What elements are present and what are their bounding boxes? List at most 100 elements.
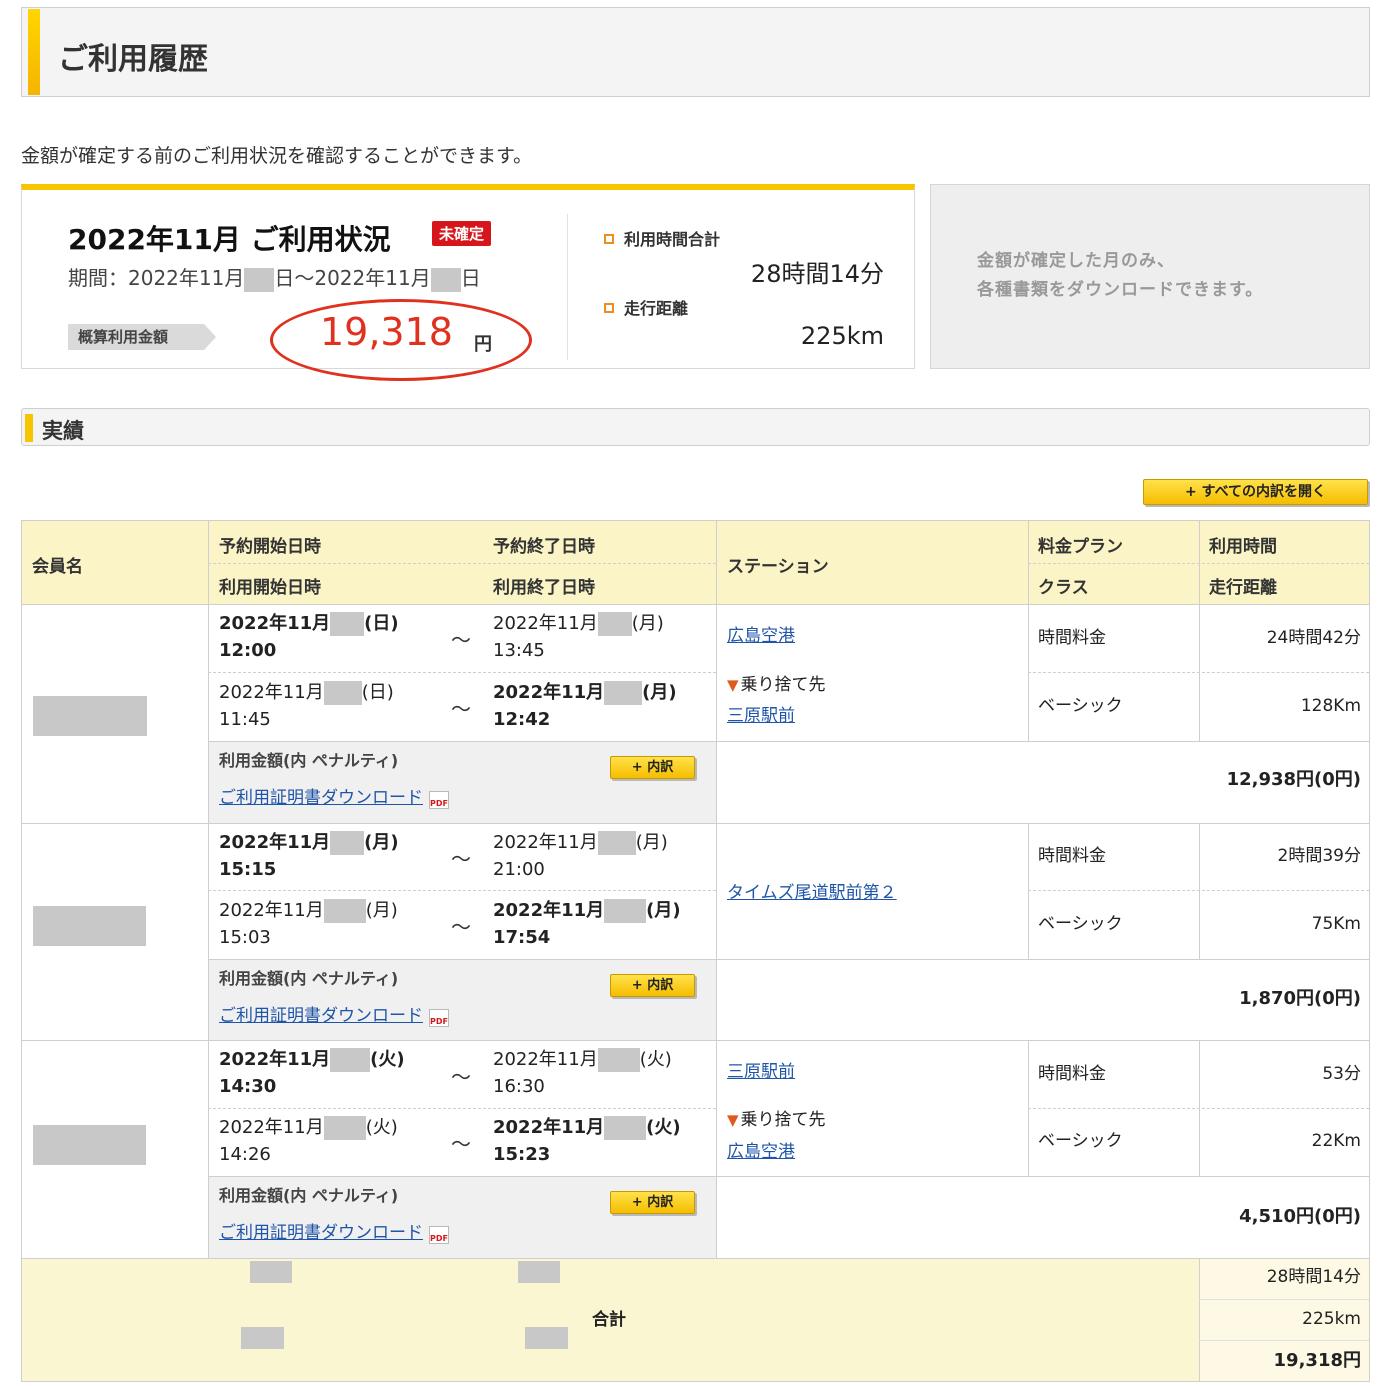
detail-button[interactable]: + 内訳 <box>610 974 695 997</box>
masked-day <box>323 899 366 923</box>
header-bottom-line <box>22 604 1369 605</box>
range-tilde: ～ <box>451 1132 471 1156</box>
range-tilde: ～ <box>451 628 471 652</box>
masked-day <box>244 267 275 292</box>
row-amount: 12,938円(0円) <box>1226 769 1361 790</box>
triangle-down-icon: ▼ <box>727 1111 739 1129</box>
range-tilde: ～ <box>451 1065 471 1089</box>
plan-value: 時間料金 <box>1038 628 1106 648</box>
weekday-text: (月) <box>635 832 668 853</box>
row-dashed-line <box>208 672 716 673</box>
dropoff-label-text: 乗り捨て先 <box>740 1110 826 1130</box>
total-amount: 19,318円 <box>1273 1350 1361 1371</box>
amount-unit: 円 <box>474 334 492 355</box>
dropoff-label-text: 乗り捨て先 <box>740 675 826 695</box>
weekday-text: (月) <box>364 832 399 853</box>
header-use-time: 利用時間 <box>1209 537 1277 557</box>
weekday-text: (日) <box>364 613 399 634</box>
reserve-end-datetime: 2022年11月 (月) 21:00 <box>493 829 668 883</box>
use-start-datetime: 2022年11月 (火) 14:26 <box>219 1114 398 1168</box>
masked-day <box>604 1116 647 1140</box>
certificate-download-text[interactable]: ご利用証明書ダウンロード <box>219 1006 423 1026</box>
date-text: 2022年11月 <box>219 1117 324 1138</box>
header-col-line <box>716 521 717 604</box>
dropoff-station-link[interactable]: 三原駅前 <box>727 701 795 726</box>
period-start-label: 期間：2022年11月 <box>68 266 245 290</box>
time-text: 16:30 <box>493 1076 545 1097</box>
total-use-time: 28時間14分 <box>1266 1267 1361 1287</box>
total-distance: 225km <box>1302 1309 1361 1329</box>
amount-label: 利用金額(内 ペナルティ) <box>219 1186 399 1205</box>
class-value: ベーシック <box>1038 696 1123 716</box>
total-time-label-text: 利用時間合計 <box>624 230 721 249</box>
masked-day <box>323 681 362 705</box>
total-line <box>1199 1340 1369 1341</box>
date-text: 2022年11月 <box>493 1117 605 1138</box>
use-start-datetime: 2022年11月 (月) 15:03 <box>219 897 398 951</box>
time-text: 15:03 <box>219 927 271 948</box>
row-dashed-line <box>1028 672 1369 673</box>
masked-member-name <box>33 906 146 946</box>
section-title: 実績 <box>42 419 84 443</box>
header-distance: 走行距離 <box>1209 578 1277 598</box>
certificate-download-link[interactable]: ご利用証明書ダウンロード PDF <box>219 1218 449 1244</box>
detail-button[interactable]: + 内訳 <box>610 1191 695 1214</box>
col-line <box>1199 605 1200 741</box>
certificate-download-link[interactable]: ご利用証明書ダウンロード PDF <box>219 783 449 809</box>
usage-summary-box: 2022年11月 ご利用状況 未確定 期間：2022年11月 日〜2022年11月… <box>21 184 915 381</box>
row-dashed-line <box>1028 890 1369 891</box>
row-amount: 4,510円(0円) <box>1239 1206 1361 1227</box>
certificate-download-text[interactable]: ご利用証明書ダウンロード <box>219 1223 423 1243</box>
total-time-value: 28時間14分 <box>750 260 884 288</box>
masked-day <box>330 612 365 636</box>
date-text: 2022年11月 <box>493 613 598 634</box>
time-text: 12:00 <box>219 640 277 661</box>
header-reserve-end: 予約終了日時 <box>493 537 595 557</box>
masked-value <box>518 1261 560 1283</box>
weekday-text: (月) <box>631 613 664 634</box>
masked-day <box>330 831 365 855</box>
download-note-box: 金額が確定した月のみ、 各種書類をダウンロードできます。 <box>930 184 1370 369</box>
reserve-end-datetime: 2022年11月 (月) 13:45 <box>493 610 664 664</box>
header-station: ステーション <box>727 557 829 577</box>
masked-day <box>323 1116 366 1140</box>
plan-value: 時間料金 <box>1038 846 1106 866</box>
masked-value <box>525 1327 568 1349</box>
header-reserve-start: 予約開始日時 <box>219 537 321 557</box>
intro-text: 金額が確定する前のご利用状況を確認することができます。 <box>21 145 533 167</box>
masked-value <box>250 1261 292 1283</box>
station-link[interactable]: 広島空港 <box>727 621 795 646</box>
time-text: 21:00 <box>493 859 545 880</box>
certificate-download-link[interactable]: ご利用証明書ダウンロード PDF <box>219 1001 449 1027</box>
total-line <box>1199 1299 1369 1300</box>
distance-value: 75Km <box>1311 914 1361 934</box>
reserve-end-datetime: 2022年11月 (火) 16:30 <box>493 1046 672 1100</box>
pdf-icon: PDF <box>429 1009 449 1027</box>
station-link[interactable]: 三原駅前 <box>727 1057 795 1082</box>
masked-day <box>597 831 636 855</box>
time-text: 14:26 <box>219 1144 271 1165</box>
open-all-details-button[interactable]: + すべての内訳を開く <box>1143 479 1368 505</box>
weekday-text: (火) <box>639 1049 672 1070</box>
masked-day <box>430 267 461 292</box>
period-text: 期間：2022年11月 日〜2022年11月 日 <box>68 262 481 292</box>
station-link[interactable]: タイムズ尾道駅前第２ <box>727 878 897 903</box>
use-time-value: 2時間39分 <box>1277 846 1361 866</box>
certificate-download-text[interactable]: ご利用証明書ダウンロード <box>219 788 423 808</box>
status-badge: 未確定 <box>432 221 492 246</box>
estimated-amount-value: 19,318 <box>320 310 453 354</box>
pdf-icon: PDF <box>429 1226 449 1244</box>
row-dashed-line <box>208 1108 716 1109</box>
masked-member-name <box>33 696 147 736</box>
plan-value: 時間料金 <box>1038 1064 1106 1084</box>
masked-day <box>604 681 643 705</box>
detail-button[interactable]: + 内訳 <box>610 756 695 779</box>
masked-day <box>597 1048 640 1072</box>
masked-member-name <box>33 1125 146 1165</box>
date-text: 2022年11月 <box>219 613 331 634</box>
dropoff-station-link[interactable]: 広島空港 <box>727 1137 795 1162</box>
use-start-datetime: 2022年11月 (日) 11:45 <box>219 679 394 733</box>
distance-value: 128Km <box>1300 696 1361 716</box>
date-text: 2022年11月 <box>219 832 331 853</box>
time-text: 12:42 <box>493 709 551 730</box>
